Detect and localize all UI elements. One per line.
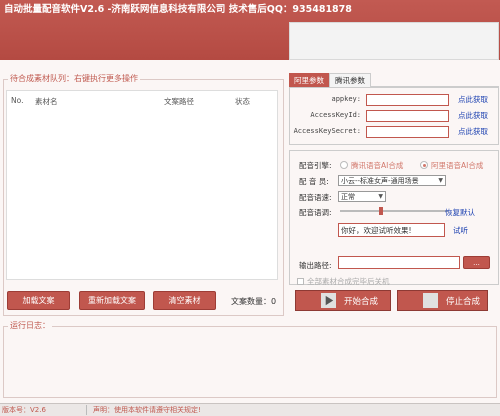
voice-select-value: 小云--标准女声-通用场景 bbox=[341, 176, 419, 185]
listen-link[interactable]: 试听 bbox=[453, 225, 468, 236]
accesskeysecret-input[interactable] bbox=[366, 126, 449, 138]
tone-slider[interactable] bbox=[340, 210, 448, 212]
window-title: 自动批量配音软件V2.6 -济南跃网信息科技有限公司 技术售后QQ：935481… bbox=[4, 4, 352, 15]
speed-label: 配音语速: bbox=[299, 193, 332, 202]
chevron-down-icon: ▼ bbox=[378, 193, 383, 200]
text-count-value: 0 bbox=[271, 297, 277, 306]
queue-legend: 待合成素材队列：右键执行更多操作 bbox=[8, 73, 140, 84]
tab-aliyun[interactable]: 阿里参数 bbox=[289, 73, 329, 87]
engine-label: 配音引擎: bbox=[299, 161, 332, 170]
log-panel[interactable] bbox=[3, 326, 497, 398]
appkey-label: appkey: bbox=[331, 95, 361, 103]
voice-select[interactable]: 小云--标准女声-通用场景 ▼ bbox=[338, 175, 446, 186]
column-header-status[interactable]: 状态 bbox=[235, 96, 250, 107]
appkey-input[interactable] bbox=[366, 94, 449, 106]
stop-synthesis-label: 停止合成 bbox=[446, 296, 481, 307]
output-path-label: 输出路径: bbox=[299, 261, 332, 270]
preview-text-input[interactable]: 你好，欢迎试听效果! bbox=[338, 223, 445, 237]
engine-radio-aliyun[interactable] bbox=[420, 161, 428, 169]
tone-label: 配音语调: bbox=[299, 208, 332, 217]
column-header-path[interactable]: 文案路径 bbox=[164, 96, 194, 107]
status-bar: 版本号：V2.6 声明：使用本软件请遵守相关规定! bbox=[0, 403, 500, 416]
chevron-down-icon: ▼ bbox=[438, 177, 443, 184]
accesskeysecret-get-link[interactable]: 点此获取 bbox=[458, 126, 488, 137]
version-text: 版本号：V2.6 bbox=[2, 406, 46, 414]
engine-option-aliyun[interactable]: 阿里语音AI合成 bbox=[431, 160, 483, 171]
stop-icon bbox=[423, 293, 438, 308]
accesskeyid-get-link[interactable]: 点此获取 bbox=[458, 110, 488, 121]
engine-radio-tencent[interactable] bbox=[340, 161, 348, 169]
log-legend: 运行日志： bbox=[8, 320, 52, 331]
stop-synthesis-button[interactable]: 停止合成 bbox=[397, 290, 488, 311]
speed-select[interactable]: 正常 ▼ bbox=[338, 191, 386, 202]
clear-material-button[interactable]: 清空素材 bbox=[153, 291, 216, 310]
material-table[interactable]: No. 素材名 文案路径 状态 bbox=[6, 90, 278, 280]
restore-default-link[interactable]: 恢复默认 bbox=[445, 207, 475, 218]
reload-text-button[interactable]: 重新加载文案 bbox=[79, 291, 145, 310]
voice-settings-panel: 配音引擎: 腾讯语音AI合成 阿里语音AI合成 配 音 员: 小云--标准女声-… bbox=[289, 150, 499, 285]
notice-text: 声明：使用本软件请遵守相关规定! bbox=[93, 406, 201, 414]
voice-label: 配 音 员: bbox=[299, 177, 329, 186]
aliyun-params-panel: appkey: 点此获取 AccessKeyId: 点此获取 AccessKey… bbox=[289, 87, 499, 145]
shutdown-label[interactable]: 全部素材合成完毕后关机 bbox=[307, 276, 390, 287]
play-icon bbox=[321, 293, 336, 308]
speed-select-value: 正常 bbox=[341, 192, 355, 201]
text-count-label: 文案数量： bbox=[231, 297, 271, 306]
load-text-button[interactable]: 加载文案 bbox=[7, 291, 70, 310]
appkey-get-link[interactable]: 点此获取 bbox=[458, 94, 488, 105]
status-divider bbox=[86, 405, 87, 415]
start-synthesis-label: 开始合成 bbox=[344, 296, 379, 307]
param-tabs: 阿里参数 腾讯参数 bbox=[289, 73, 499, 87]
accesskeyid-label: AccessKeyId: bbox=[310, 111, 361, 119]
shutdown-checkbox[interactable] bbox=[297, 278, 304, 285]
tone-slider-handle[interactable] bbox=[379, 207, 384, 215]
column-header-name[interactable]: 素材名 bbox=[35, 96, 58, 107]
browse-button[interactable]: ... bbox=[463, 256, 490, 269]
output-path-input[interactable] bbox=[338, 256, 460, 269]
accesskeysecret-label: AccessKeySecret: bbox=[293, 127, 361, 135]
column-header-no[interactable]: No. bbox=[11, 96, 23, 105]
accesskeyid-input[interactable] bbox=[366, 110, 449, 122]
engine-option-tencent[interactable]: 腾讯语音AI合成 bbox=[351, 160, 403, 171]
tab-tencent[interactable]: 腾讯参数 bbox=[329, 73, 371, 87]
start-synthesis-button[interactable]: 开始合成 bbox=[295, 290, 391, 311]
banner-area bbox=[289, 22, 499, 60]
text-count: 文案数量：0 bbox=[231, 296, 276, 307]
